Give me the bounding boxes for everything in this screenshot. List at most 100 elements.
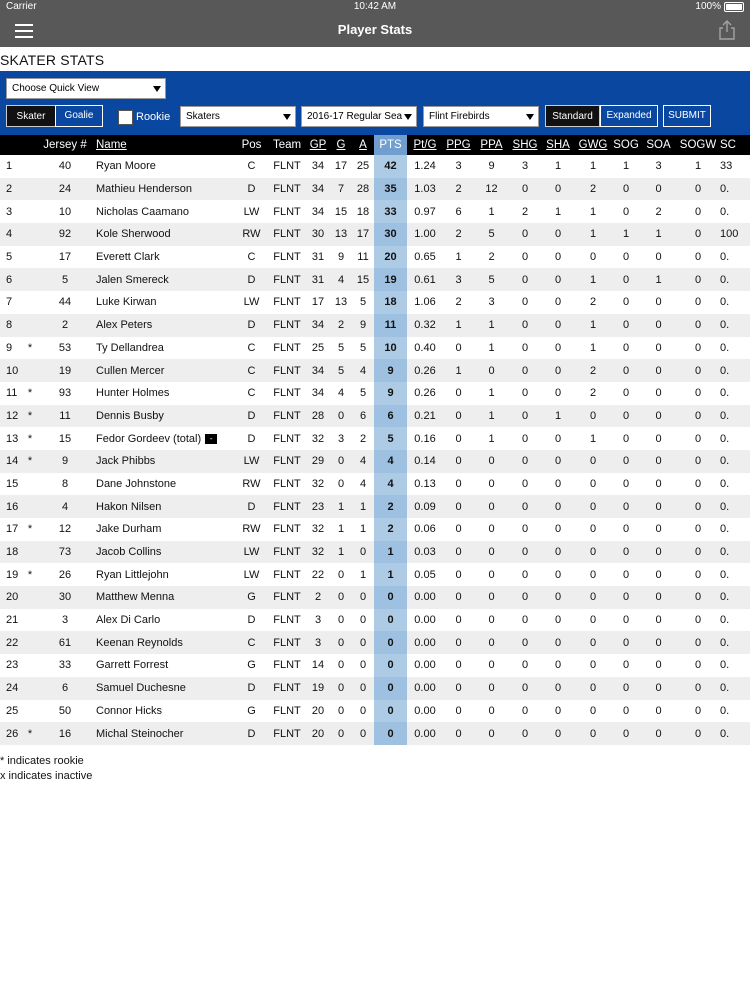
cell-pts: 18 xyxy=(374,291,407,314)
cell-ppa: 1 xyxy=(474,404,509,428)
cell-jersey: 26 xyxy=(58,568,72,581)
cell-sc: 0. xyxy=(720,432,730,445)
table-row[interactable]: 8 2 Alex Peters D FLNT 34 2 9 11 0.32 1 1 0 0 1 0 0 0 0. xyxy=(0,313,750,337)
cell-sha: 0 xyxy=(541,268,575,292)
table-row[interactable]: 23 33 Garrett Forrest G FLNT 14 0 0 0 0.00 0 0 0 0 0 0 0… xyxy=(0,654,750,677)
cell-sog: 0 xyxy=(611,359,641,382)
cell-pt-per-game: 0.06 xyxy=(414,523,436,536)
cell-shg: 0 xyxy=(509,676,541,700)
col-g[interactable]: G xyxy=(330,135,352,155)
cell-team: FLNT xyxy=(268,177,306,201)
col-shg[interactable]: SHG xyxy=(509,135,541,155)
cell-sogw: 0 xyxy=(676,540,720,564)
cell-shg: 0 xyxy=(521,296,529,309)
cell-soa: 0 xyxy=(655,477,662,490)
col-pts[interactable]: PTS xyxy=(374,135,407,155)
table-row[interactable]: 26 * 16 Michal Steinocher D FLNT 20 0 0 0 0.00 0 0 0 0… xyxy=(0,722,750,745)
cell-g: 5 xyxy=(330,359,352,382)
cell-team: FLNT xyxy=(273,432,301,445)
page-title: Player Stats xyxy=(337,22,413,37)
cell-team: FLNT xyxy=(273,160,301,173)
table-row[interactable]: 6 5 Jalen Smereck D FLNT 31 4 15 19 0.61 3 5 0 0 1 0 1 0 0… xyxy=(0,268,750,292)
submit-button[interactable]: SUBMIT xyxy=(663,105,711,127)
table-row[interactable]: 12 * 11 Dennis Busby D FLNT 28 0 6 6 0.21 0 1 0 1 0 0 0 0 0… xyxy=(0,404,750,428)
col-pt-per-game[interactable]: Pt/G xyxy=(407,135,443,155)
cell-team: FLNT xyxy=(273,296,301,309)
skater-toggle[interactable]: Skater xyxy=(6,105,56,127)
season-select[interactable]: 2016-17 Regular Sea xyxy=(301,106,417,127)
cell-shg: 0 xyxy=(509,359,541,382)
table-row[interactable]: 15 8 Dane Johnstone RW FLNT 32 0 4 4 0.13 0 0 0 0 0 0 0 0… xyxy=(0,472,750,496)
expanded-toggle[interactable]: Expanded xyxy=(600,105,658,127)
table-row[interactable]: 3 10 Nicholas Caamano LW FLNT 34 15 18 33 0.97 6 1 2… xyxy=(0,200,750,224)
table-row[interactable]: 10 19 Cullen Mercer C FLNT 34 5 4 9 0.26 1 0 0 0 2 0 0 0 0… xyxy=(0,359,750,382)
cell-team: FLNT xyxy=(273,523,301,536)
cell-team: FLNT xyxy=(268,404,306,428)
cell-ppg: 0 xyxy=(443,586,474,609)
table-row[interactable]: 16 4 Hakon Nilsen D FLNT 23 1 1 2 0.09 0 0 0 0 0 0 0 0 0. xyxy=(0,495,750,518)
cell-ppa: 5 xyxy=(474,268,509,292)
cell-rookie-flag: * xyxy=(24,449,36,473)
cell-jersey: 4 xyxy=(36,495,94,518)
table-row[interactable]: 1 40 Ryan Moore C FLNT 34 17 25 42 1.24 3 9 3 1 1 1 3 1 33 xyxy=(0,155,750,178)
table-row[interactable]: 18 73 Jacob Collins LW FLNT 32 1 0 1 0.03 0 0 0 0 0 0 0 0… xyxy=(0,540,750,564)
table-row[interactable]: 7 44 Luke Kirwan LW FLNT 17 13 5 18 1.06 2 3 0 0 2 0 0 0 0… xyxy=(0,291,750,314)
cell-name: Connor Hicks xyxy=(96,704,163,717)
rookie-checkbox[interactable] xyxy=(118,110,133,125)
cell-pt-per-game: 1.06 xyxy=(414,296,436,309)
col-gp[interactable]: GP xyxy=(306,135,330,155)
cell-gp: 14 xyxy=(311,659,325,672)
filter-toolbar: Choose Quick View Skater Goalie Rookie S… xyxy=(0,71,750,135)
expand-total-button[interactable]: - xyxy=(205,433,218,444)
cell-jersey: 9 xyxy=(36,449,94,473)
cell-rank: 26 xyxy=(0,722,24,745)
cell-rank: 25 xyxy=(6,704,19,717)
col-ppa[interactable]: PPA xyxy=(474,135,509,155)
player-type-select[interactable]: Skaters xyxy=(180,106,296,127)
cell-a: 0 xyxy=(352,722,374,745)
standard-toggle[interactable]: Standard xyxy=(545,105,600,127)
cell-pts: 0 xyxy=(374,608,407,632)
quick-view-select[interactable]: Choose Quick View xyxy=(6,78,166,99)
table-row[interactable]: 20 30 Matthew Menna G FLNT 2 0 0 0 0.00 0 0 0 0 0 0 0 0 0. xyxy=(0,586,750,609)
table-row[interactable]: 14 * 9 Jack Phibbs LW FLNT 29 0 4 4 0.14 0 0 0 0 0 0 0 0 0. xyxy=(0,449,750,473)
col-a[interactable]: A xyxy=(352,135,374,155)
cell-sha: 0 xyxy=(541,313,575,337)
table-row[interactable]: 22 61 Keenan Reynolds C FLNT 3 0 0 0 0.00 0 0 0 0 0 0 0 0… xyxy=(0,631,750,655)
cell-ppg: 0 xyxy=(443,449,474,473)
col-sha[interactable]: SHA xyxy=(541,135,575,155)
team-select[interactable]: Flint Firebirds xyxy=(423,106,539,127)
col-ppg[interactable]: PPG xyxy=(443,135,474,155)
cell-sog: 0 xyxy=(611,495,641,518)
cell-gwg: 0 xyxy=(575,586,611,609)
table-row[interactable]: 4 92 Kole Sherwood RW FLNT 30 13 17 30 1.00 2 5 0 0 1 1… xyxy=(0,223,750,246)
cell-ppa: 3 xyxy=(488,296,495,309)
cell-a: 9 xyxy=(352,313,374,337)
table-row[interactable]: 25 50 Connor Hicks G FLNT 20 0 0 0 0.00 0 0 0 0 0 0 0 0 0. xyxy=(0,699,750,723)
cell-gwg: 1 xyxy=(575,313,611,337)
cell-pts: 0 xyxy=(374,586,407,609)
goalie-toggle[interactable]: Goalie xyxy=(55,105,103,127)
table-row[interactable]: 21 3 Alex Di Carlo D FLNT 3 0 0 0 0.00 0 0 0 0 0 0 0 0 0. xyxy=(0,608,750,632)
cell-rookie-flag xyxy=(24,155,36,178)
cell-gwg: 0 xyxy=(589,704,597,717)
table-row[interactable]: 24 6 Samuel Duchesne D FLNT 19 0 0 0 0.00 0 0 0 0 0 0 0 0… xyxy=(0,676,750,700)
cell-ppa: 0 xyxy=(488,659,495,672)
table-row[interactable]: 19 * 26 Ryan Littlejohn LW FLNT 22 0 1 1 0.05 0 0 0 0 0… xyxy=(0,563,750,587)
cell-rank: 22 xyxy=(0,631,24,655)
col-gwg[interactable]: GWG xyxy=(575,135,611,155)
cell-pts: 9 xyxy=(374,359,407,382)
table-row[interactable]: 5 17 Everett Clark C FLNT 31 9 11 20 0.65 1 2 0 0 0 0 0 0… xyxy=(0,245,750,269)
table-row[interactable]: 9 * 53 Ty Dellandrea C FLNT 25 5 5 10 0.40 0 1 0 0 1 0 0 0… xyxy=(0,336,750,360)
table-row[interactable]: 11 * 93 Hunter Holmes C FLNT 34 4 5 9 0.26 0 1 0 0 2 0 0 0… xyxy=(0,381,750,405)
table-row[interactable]: 13 * 15 Fedor Gordeev (total) - D FLNT 32 3 2 5 0.1… xyxy=(0,427,750,450)
cell-gwg: 0 xyxy=(589,477,597,490)
cell-ppg: 2 xyxy=(443,177,474,201)
cell-jersey: 10 xyxy=(58,205,72,218)
cell-sha: 0 xyxy=(541,223,575,246)
table-row[interactable]: 17 * 12 Jake Durham RW FLNT 32 1 1 2 0.06 0 0 0 0 0 0 0 0 0… xyxy=(0,518,750,541)
cell-ppa: 0 xyxy=(474,631,509,655)
share-icon[interactable] xyxy=(718,20,736,40)
col-name[interactable]: Name xyxy=(94,135,235,155)
table-row[interactable]: 2 24 Mathieu Henderson D FLNT 34 7 28 35 1.03 2 12 0… xyxy=(0,177,750,201)
